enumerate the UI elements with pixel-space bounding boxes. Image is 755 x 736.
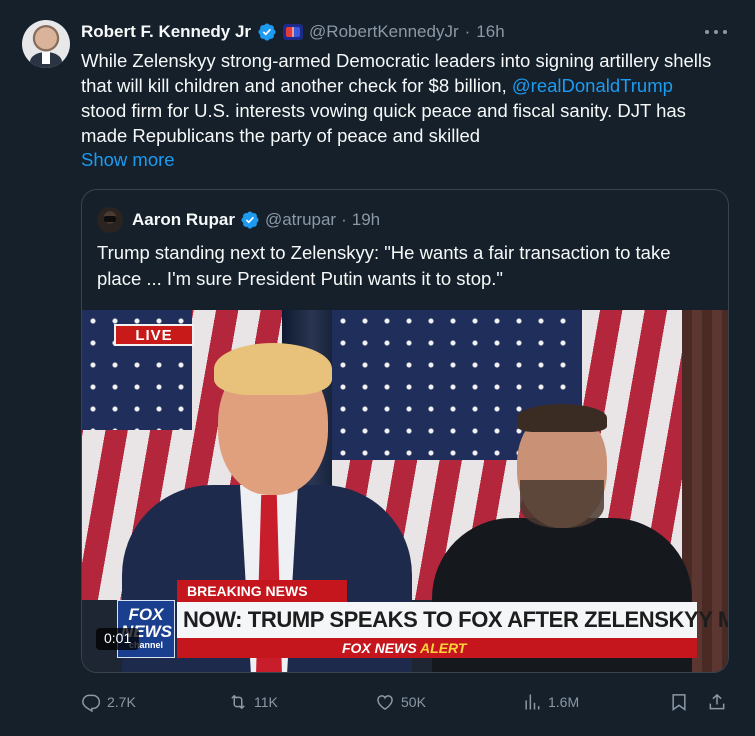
author-name[interactable]: Robert F. Kennedy Jr: [81, 22, 251, 42]
like-count: 50K: [401, 694, 426, 710]
share-icon: [709, 693, 725, 710]
mention-link[interactable]: @realDonaldTrump: [512, 75, 673, 96]
tweet-text-part: stood firm for U.S. interests vowing qui…: [81, 100, 686, 146]
live-badge: LIVE: [114, 324, 194, 346]
verified-badge-icon[interactable]: [257, 22, 277, 42]
repost-button[interactable]: 11K: [228, 688, 278, 716]
tweet-header: Robert F. Kennedy Jr @RobertKennedyJr · …: [81, 20, 505, 44]
show-more-link[interactable]: Show more: [81, 149, 175, 171]
repost-count: 11K: [254, 694, 278, 710]
alert-word: ALERT: [420, 640, 467, 656]
quote-author-avatar[interactable]: [97, 207, 123, 233]
tweet-time[interactable]: 16h: [476, 22, 504, 42]
quote-author-name[interactable]: Aaron Rupar: [132, 210, 235, 230]
affiliate-badge-icon[interactable]: [283, 24, 304, 40]
quoted-tweet[interactable]: Aaron Rupar @atrupar · 19h Trump standin…: [81, 189, 729, 673]
author-avatar[interactable]: [22, 20, 70, 68]
more-options-icon[interactable]: [705, 22, 727, 42]
video-timestamp: 0:01: [96, 628, 140, 650]
reply-button[interactable]: 2.7K: [81, 688, 136, 716]
alert-prefix: FOX NEWS: [342, 640, 417, 656]
quote-text: Trump standing next to Zelenskyy: "He wa…: [97, 242, 671, 289]
bookmark-icon: [672, 694, 686, 711]
verified-badge-icon[interactable]: [240, 210, 260, 230]
separator-dot: ·: [464, 22, 471, 41]
quote-header: Aaron Rupar @atrupar · 19h: [132, 207, 380, 233]
share-button[interactable]: [707, 688, 727, 716]
separator-dot: ·: [341, 210, 347, 229]
repost-icon: [231, 694, 245, 710]
chyron-headline: NOW: TRUMP SPEAKS TO FOX AFTER ZELENSKYY…: [177, 602, 728, 638]
like-button[interactable]: 50K: [375, 688, 426, 716]
views-button[interactable]: 1.6M: [522, 688, 579, 716]
action-bar: 2.7K 11K 50K 1.6M: [81, 688, 731, 716]
alert-bar: FOX NEWS ALERT: [177, 638, 697, 658]
like-icon: [377, 695, 393, 710]
quote-author-handle[interactable]: @atrupar: [265, 210, 336, 230]
views-count: 1.6M: [548, 694, 580, 710]
breaking-news-label: BREAKING NEWS: [177, 580, 347, 602]
tweet-text: While Zelenskyy strong-armed Democratic …: [81, 48, 721, 148]
reply-icon: [82, 694, 101, 712]
quote-time[interactable]: 19h: [352, 210, 380, 230]
bookmark-button[interactable]: [669, 688, 689, 716]
author-handle[interactable]: @RobertKennedyJr: [309, 22, 459, 42]
views-icon: [525, 694, 540, 710]
tweet[interactable]: Robert F. Kennedy Jr @RobertKennedyJr · …: [0, 0, 755, 736]
avatar-collar: [42, 52, 50, 64]
reply-count: 2.7K: [107, 694, 136, 710]
video-player[interactable]: LIVE FOX NEWS channel BREAKING NEWS NOW:…: [82, 310, 728, 672]
news-chyron: BREAKING NEWS NOW: TRUMP SPEAKS TO FOX A…: [177, 580, 728, 660]
